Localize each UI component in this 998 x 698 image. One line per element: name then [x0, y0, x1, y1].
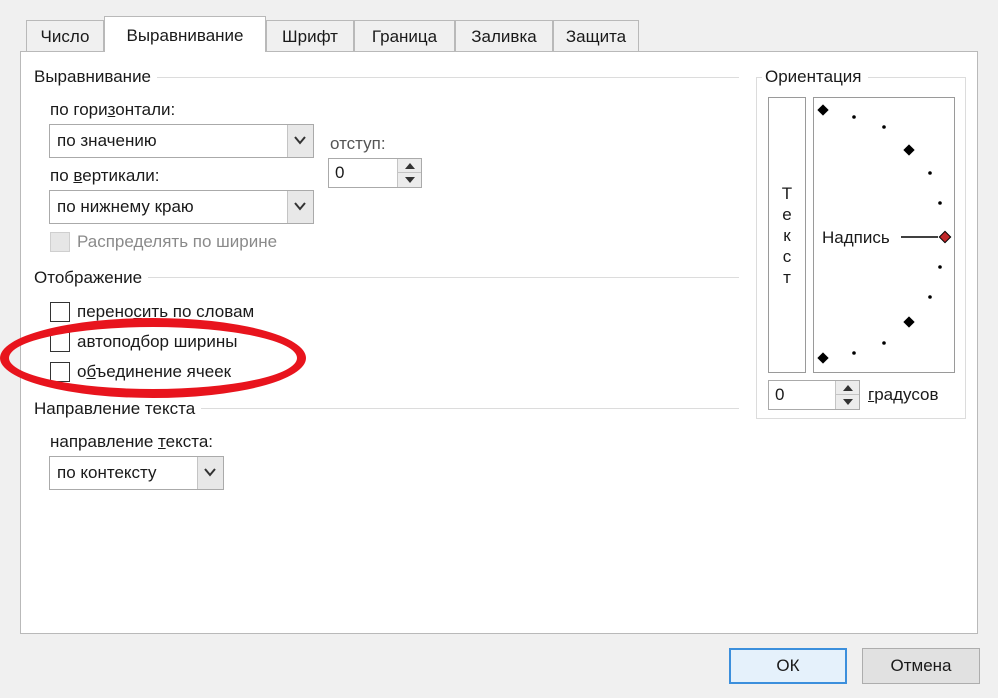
dial-marker-bottom[interactable]: [817, 352, 829, 364]
dial-marker-minus45[interactable]: [903, 316, 915, 328]
vertical-text-char: с: [782, 247, 792, 266]
arrow-down-icon: [405, 177, 415, 183]
vertical-align-select[interactable]: по нижнему краю: [49, 190, 314, 224]
degrees-label: градусов: [868, 385, 939, 404]
text-direction-value: по контексту: [57, 463, 157, 482]
merge-cells-highlight: [0, 318, 306, 398]
arrow-up-icon: [843, 385, 853, 391]
chevron-down-icon: [294, 202, 306, 211]
dial-marker-top[interactable]: [817, 104, 829, 116]
text-direction-dropdown-button[interactable]: [197, 457, 223, 489]
indent-label: отступ:: [330, 134, 386, 153]
vertical-text-char: Т: [781, 184, 793, 203]
horizontal-align-select[interactable]: по значению: [49, 124, 314, 158]
indent-spinner[interactable]: 0: [328, 158, 422, 188]
wrap-text-label: переносить по словам: [77, 302, 255, 321]
text-direction-section-title: Направление текста: [34, 399, 202, 419]
distribute-checkbox[interactable]: [50, 232, 70, 252]
dial-marker-45[interactable]: [903, 144, 915, 156]
dial-sample-label: Надпись: [822, 228, 890, 247]
text-direction-label: направление текста:: [50, 432, 214, 451]
indent-spin-down[interactable]: [398, 173, 421, 187]
vertical-dropdown-button[interactable]: [287, 191, 313, 223]
vertical-align-value: по нижнему краю: [57, 197, 194, 216]
chevron-down-icon: [204, 468, 216, 477]
horizontal-align-value: по значению: [57, 131, 157, 150]
panel-content: Выравнивание по горизонтали: по значению…: [0, 0, 998, 698]
horizontal-label: по горизонтали:: [50, 100, 176, 119]
arrow-up-icon: [405, 163, 415, 169]
wrap-text-checkbox[interactable]: [50, 302, 70, 322]
degrees-spinner[interactable]: 0: [768, 380, 860, 410]
degrees-value: 0: [775, 385, 785, 404]
vertical-label: по вертикали:: [50, 166, 160, 185]
dial-current-marker[interactable]: [938, 230, 952, 244]
vertical-text-char: т: [783, 268, 791, 287]
vertical-text-button[interactable]: Т е к с т: [768, 97, 806, 373]
orientation-dial[interactable]: Надпись: [813, 97, 955, 373]
display-section-title: Отображение: [34, 268, 149, 288]
chevron-down-icon: [294, 136, 306, 145]
indent-spin-up[interactable]: [398, 159, 421, 173]
shrink-to-fit-label: автоподбор ширины: [77, 332, 238, 351]
indent-value: 0: [335, 163, 345, 182]
ok-button[interactable]: ОК: [729, 648, 847, 684]
vertical-text-char: к: [783, 226, 791, 245]
degrees-spin-up[interactable]: [836, 381, 859, 395]
horizontal-dropdown-button[interactable]: [287, 125, 313, 157]
shrink-to-fit-checkbox[interactable]: [50, 332, 70, 352]
merge-cells-checkbox[interactable]: [50, 362, 70, 382]
degrees-spin-buttons[interactable]: [835, 381, 859, 409]
merge-cells-label: объединение ячеек: [77, 362, 232, 381]
degrees-spin-down[interactable]: [836, 395, 859, 409]
vertical-text-char: е: [782, 205, 792, 224]
orientation-section-title: Ориентация: [762, 67, 868, 87]
arrow-down-icon: [843, 399, 853, 405]
cancel-button[interactable]: Отмена: [862, 648, 980, 684]
alignment-section-title: Выравнивание: [34, 67, 158, 87]
distribute-label: Распределять по ширине: [77, 232, 278, 251]
text-direction-select[interactable]: по контексту: [49, 456, 224, 490]
indent-spin-buttons[interactable]: [397, 159, 421, 187]
